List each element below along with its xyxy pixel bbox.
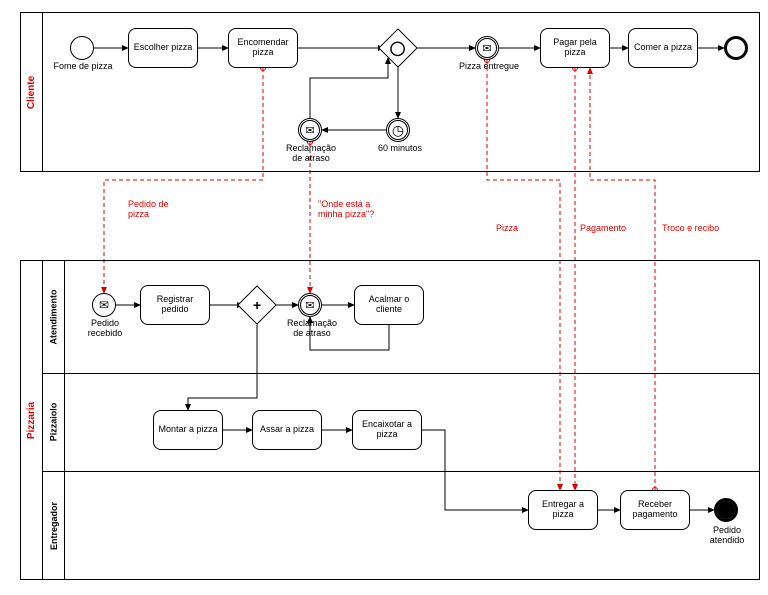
msg-troco: Troco e recibo <box>662 224 742 234</box>
lane-entregador: Entregador <box>43 471 65 580</box>
task-assar[interactable]: Assar a pizza <box>252 410 322 450</box>
msg-pizza: Pizza <box>496 224 518 234</box>
task-pagar[interactable]: Pagar pela pizza <box>540 28 610 68</box>
task-montar[interactable]: Montar a pizza <box>153 410 223 450</box>
event-pizza-entregue[interactable] <box>475 36 499 60</box>
task-encomendar[interactable]: Encomendar pizza <box>228 28 298 68</box>
task-escolher[interactable]: Escolher pizza <box>128 28 198 68</box>
end-event-pizzaria[interactable] <box>714 498 738 522</box>
lane-pizzaiolo: Pizzaiolo <box>43 373 65 471</box>
pedido-recebido-label: Pedido recebido <box>78 319 132 339</box>
task-entregar[interactable]: Entregar a pizza <box>528 490 598 530</box>
end-event-cliente[interactable] <box>724 36 748 60</box>
reclamacao-label-cliente: Reclamação de atraso <box>280 144 342 164</box>
lane-atendimento: Atendimento <box>43 261 65 373</box>
pool-label-cliente: Cliente <box>21 13 43 171</box>
timer-label: 60 minutos <box>372 144 428 154</box>
start-event-pedido[interactable] <box>92 293 116 317</box>
msg-pagamento: Pagamento <box>580 224 626 234</box>
end-label-pizzaria: Pedido atendido <box>700 526 754 546</box>
msg-onde: "Onde está a minha pizza"? <box>318 200 393 220</box>
task-receber[interactable]: Receber pagamento <box>620 490 690 530</box>
task-registrar[interactable]: Registrar pedido <box>140 285 210 325</box>
event-reclamacao-pizzaria[interactable] <box>298 293 322 317</box>
start-label-cliente: Fome de pizza <box>48 62 118 72</box>
task-encaixotar[interactable]: Encaixotar a pizza <box>352 410 422 450</box>
task-acalmar[interactable]: Acalmar o cliente <box>354 285 424 325</box>
task-comer[interactable]: Comer a pizza <box>628 28 698 68</box>
event-reclamacao-cliente[interactable] <box>298 118 322 142</box>
reclamacao-label-pizzaria: Reclamação de atraso <box>282 319 342 339</box>
pool-label-pizzaria: Pizzaria <box>21 261 43 579</box>
entregue-label: Pizza entregue <box>455 62 523 72</box>
timer-event[interactable] <box>386 118 410 142</box>
msg-pedido: Pedido de pizza <box>128 200 188 220</box>
start-event-cliente[interactable] <box>70 36 94 60</box>
lane-divider-2 <box>43 471 759 472</box>
lane-divider-1 <box>43 373 759 374</box>
